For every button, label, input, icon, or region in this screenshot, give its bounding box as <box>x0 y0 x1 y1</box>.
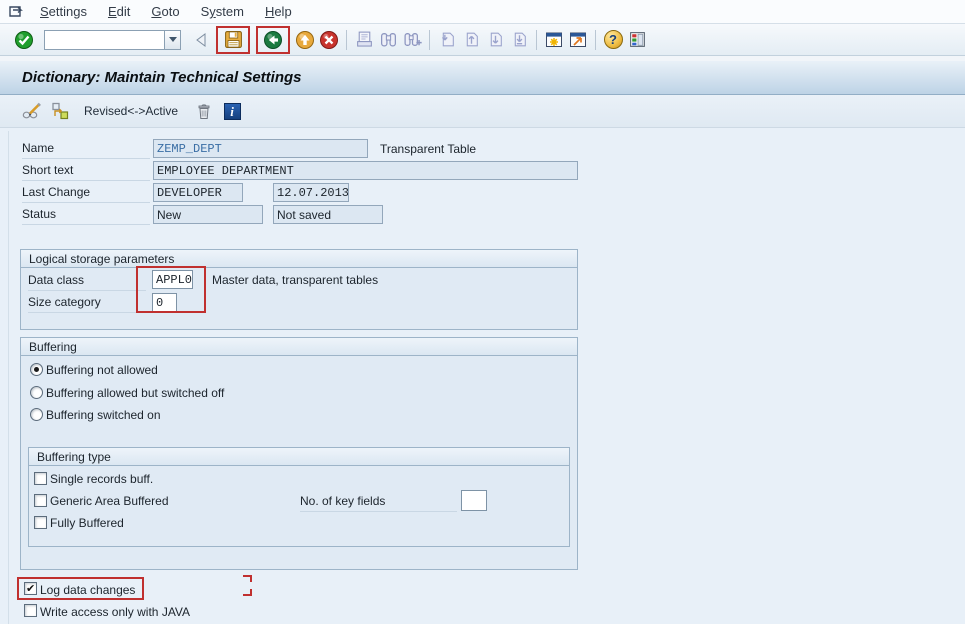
radio-buffering-switched-off-label: Buffering allowed but switched off <box>46 386 225 400</box>
menu-goto[interactable]: Goto <box>151 4 179 19</box>
info-icon[interactable]: i <box>221 100 243 122</box>
command-dropdown-button[interactable] <box>164 29 181 50</box>
table-type-text: Transparent Table <box>380 142 477 156</box>
command-field <box>44 29 181 50</box>
last-change-label: Last Change <box>22 185 150 203</box>
key-fields-field[interactable] <box>461 490 487 511</box>
content-left-edge <box>8 131 9 624</box>
radio-buffering-not-allowed[interactable] <box>30 363 43 376</box>
checkbox-single-records-buff-label: Single records buff. <box>50 472 154 486</box>
radio-buffering-switched-on-label: Buffering switched on <box>46 408 161 422</box>
last-change-date-field: 12.07.2013 <box>273 183 349 202</box>
title-bar: Dictionary: Maintain Technical Settings <box>0 61 965 95</box>
save-icon[interactable] <box>222 29 244 51</box>
menu-help[interactable]: Help <box>265 4 292 19</box>
annotation-corner-top <box>243 575 252 582</box>
checkbox-java-access-label: Write access only with JAVA <box>40 605 191 619</box>
annotation-save-highlight <box>216 25 250 54</box>
data-class-description: Master data, transparent tables <box>212 273 379 287</box>
save-state-field: Not saved <box>273 205 383 224</box>
shortcut-icon[interactable] <box>567 29 589 51</box>
toolbar-separator <box>595 29 596 50</box>
annotation-corner-bottom <box>243 589 252 596</box>
name-label: Name <box>22 141 150 159</box>
buffering-group-title: Buffering <box>21 338 577 356</box>
revised-active-toggle-icon[interactable] <box>49 100 71 122</box>
radio-buffering-not-allowed-label: Buffering not allowed <box>46 363 158 377</box>
delete-icon[interactable] <box>193 100 215 122</box>
exit-icon[interactable] <box>294 29 316 51</box>
back-icon[interactable] <box>262 29 284 51</box>
toolbar-separator <box>536 29 537 50</box>
key-fields-label: No. of key fields <box>300 494 457 512</box>
name-field[interactable]: ZEMP_DEPT <box>153 139 368 158</box>
revised-active-button[interactable]: Revised<->Active <box>84 104 178 118</box>
radio-buffering-switched-on[interactable] <box>30 408 43 421</box>
customize-layout-icon[interactable] <box>626 29 648 51</box>
last-page-icon[interactable] <box>508 29 530 51</box>
menu-settings[interactable]: Settings <box>40 4 87 19</box>
display-change-icon[interactable] <box>21 100 43 122</box>
find-icon[interactable] <box>377 29 399 51</box>
annotation-log-data-changes-box <box>17 577 144 600</box>
toolbar-separator <box>429 29 430 50</box>
cancel-icon[interactable] <box>318 29 340 51</box>
status-label: Status <box>22 207 150 225</box>
checkbox-fully-buffered-label: Fully Buffered <box>50 516 124 530</box>
next-page-icon[interactable] <box>484 29 506 51</box>
status-field: New <box>153 205 263 224</box>
sap-window: Settings Edit Goto System Help ? Diction… <box>0 0 965 624</box>
checkbox-single-records-buff[interactable] <box>34 472 47 485</box>
hide-command-field-icon[interactable] <box>190 29 212 51</box>
checkbox-generic-area-buffered[interactable] <box>34 494 47 507</box>
print-icon[interactable] <box>353 29 375 51</box>
data-class-label: Data class <box>28 273 146 291</box>
help-icon[interactable]: ? <box>602 29 624 51</box>
first-page-icon[interactable] <box>436 29 458 51</box>
logical-storage-group-title: Logical storage parameters <box>21 250 577 268</box>
menu-system[interactable]: System <box>201 4 244 19</box>
radio-buffering-switched-off[interactable] <box>30 386 43 399</box>
previous-page-icon[interactable] <box>460 29 482 51</box>
checkbox-fully-buffered[interactable] <box>34 516 47 529</box>
screen-menu-icon[interactable] <box>8 4 28 20</box>
standard-toolbar: ? <box>0 24 965 56</box>
last-change-user-field: DEVELOPER <box>153 183 243 202</box>
find-next-icon[interactable] <box>401 29 423 51</box>
enter-icon[interactable] <box>13 29 35 51</box>
short-text-label: Short text <box>22 163 150 181</box>
new-session-icon[interactable] <box>543 29 565 51</box>
toolbar-separator <box>346 29 347 50</box>
menu-edit[interactable]: Edit <box>108 4 130 19</box>
size-category-label: Size category <box>28 295 146 313</box>
application-toolbar: Revised<->Active i <box>0 95 965 128</box>
page-title: Dictionary: Maintain Technical Settings <box>22 69 302 86</box>
short-text-field[interactable]: EMPLOYEE DEPARTMENT <box>153 161 578 180</box>
checkbox-java-access[interactable] <box>24 604 37 617</box>
menu-bar: Settings Edit Goto System Help <box>0 0 965 24</box>
command-input[interactable] <box>44 29 164 50</box>
annotation-back-highlight <box>256 25 290 54</box>
checkbox-generic-area-buffered-label: Generic Area Buffered <box>50 494 169 508</box>
annotation-data-class-box <box>136 266 206 313</box>
buffering-type-group-title: Buffering type <box>29 448 569 466</box>
